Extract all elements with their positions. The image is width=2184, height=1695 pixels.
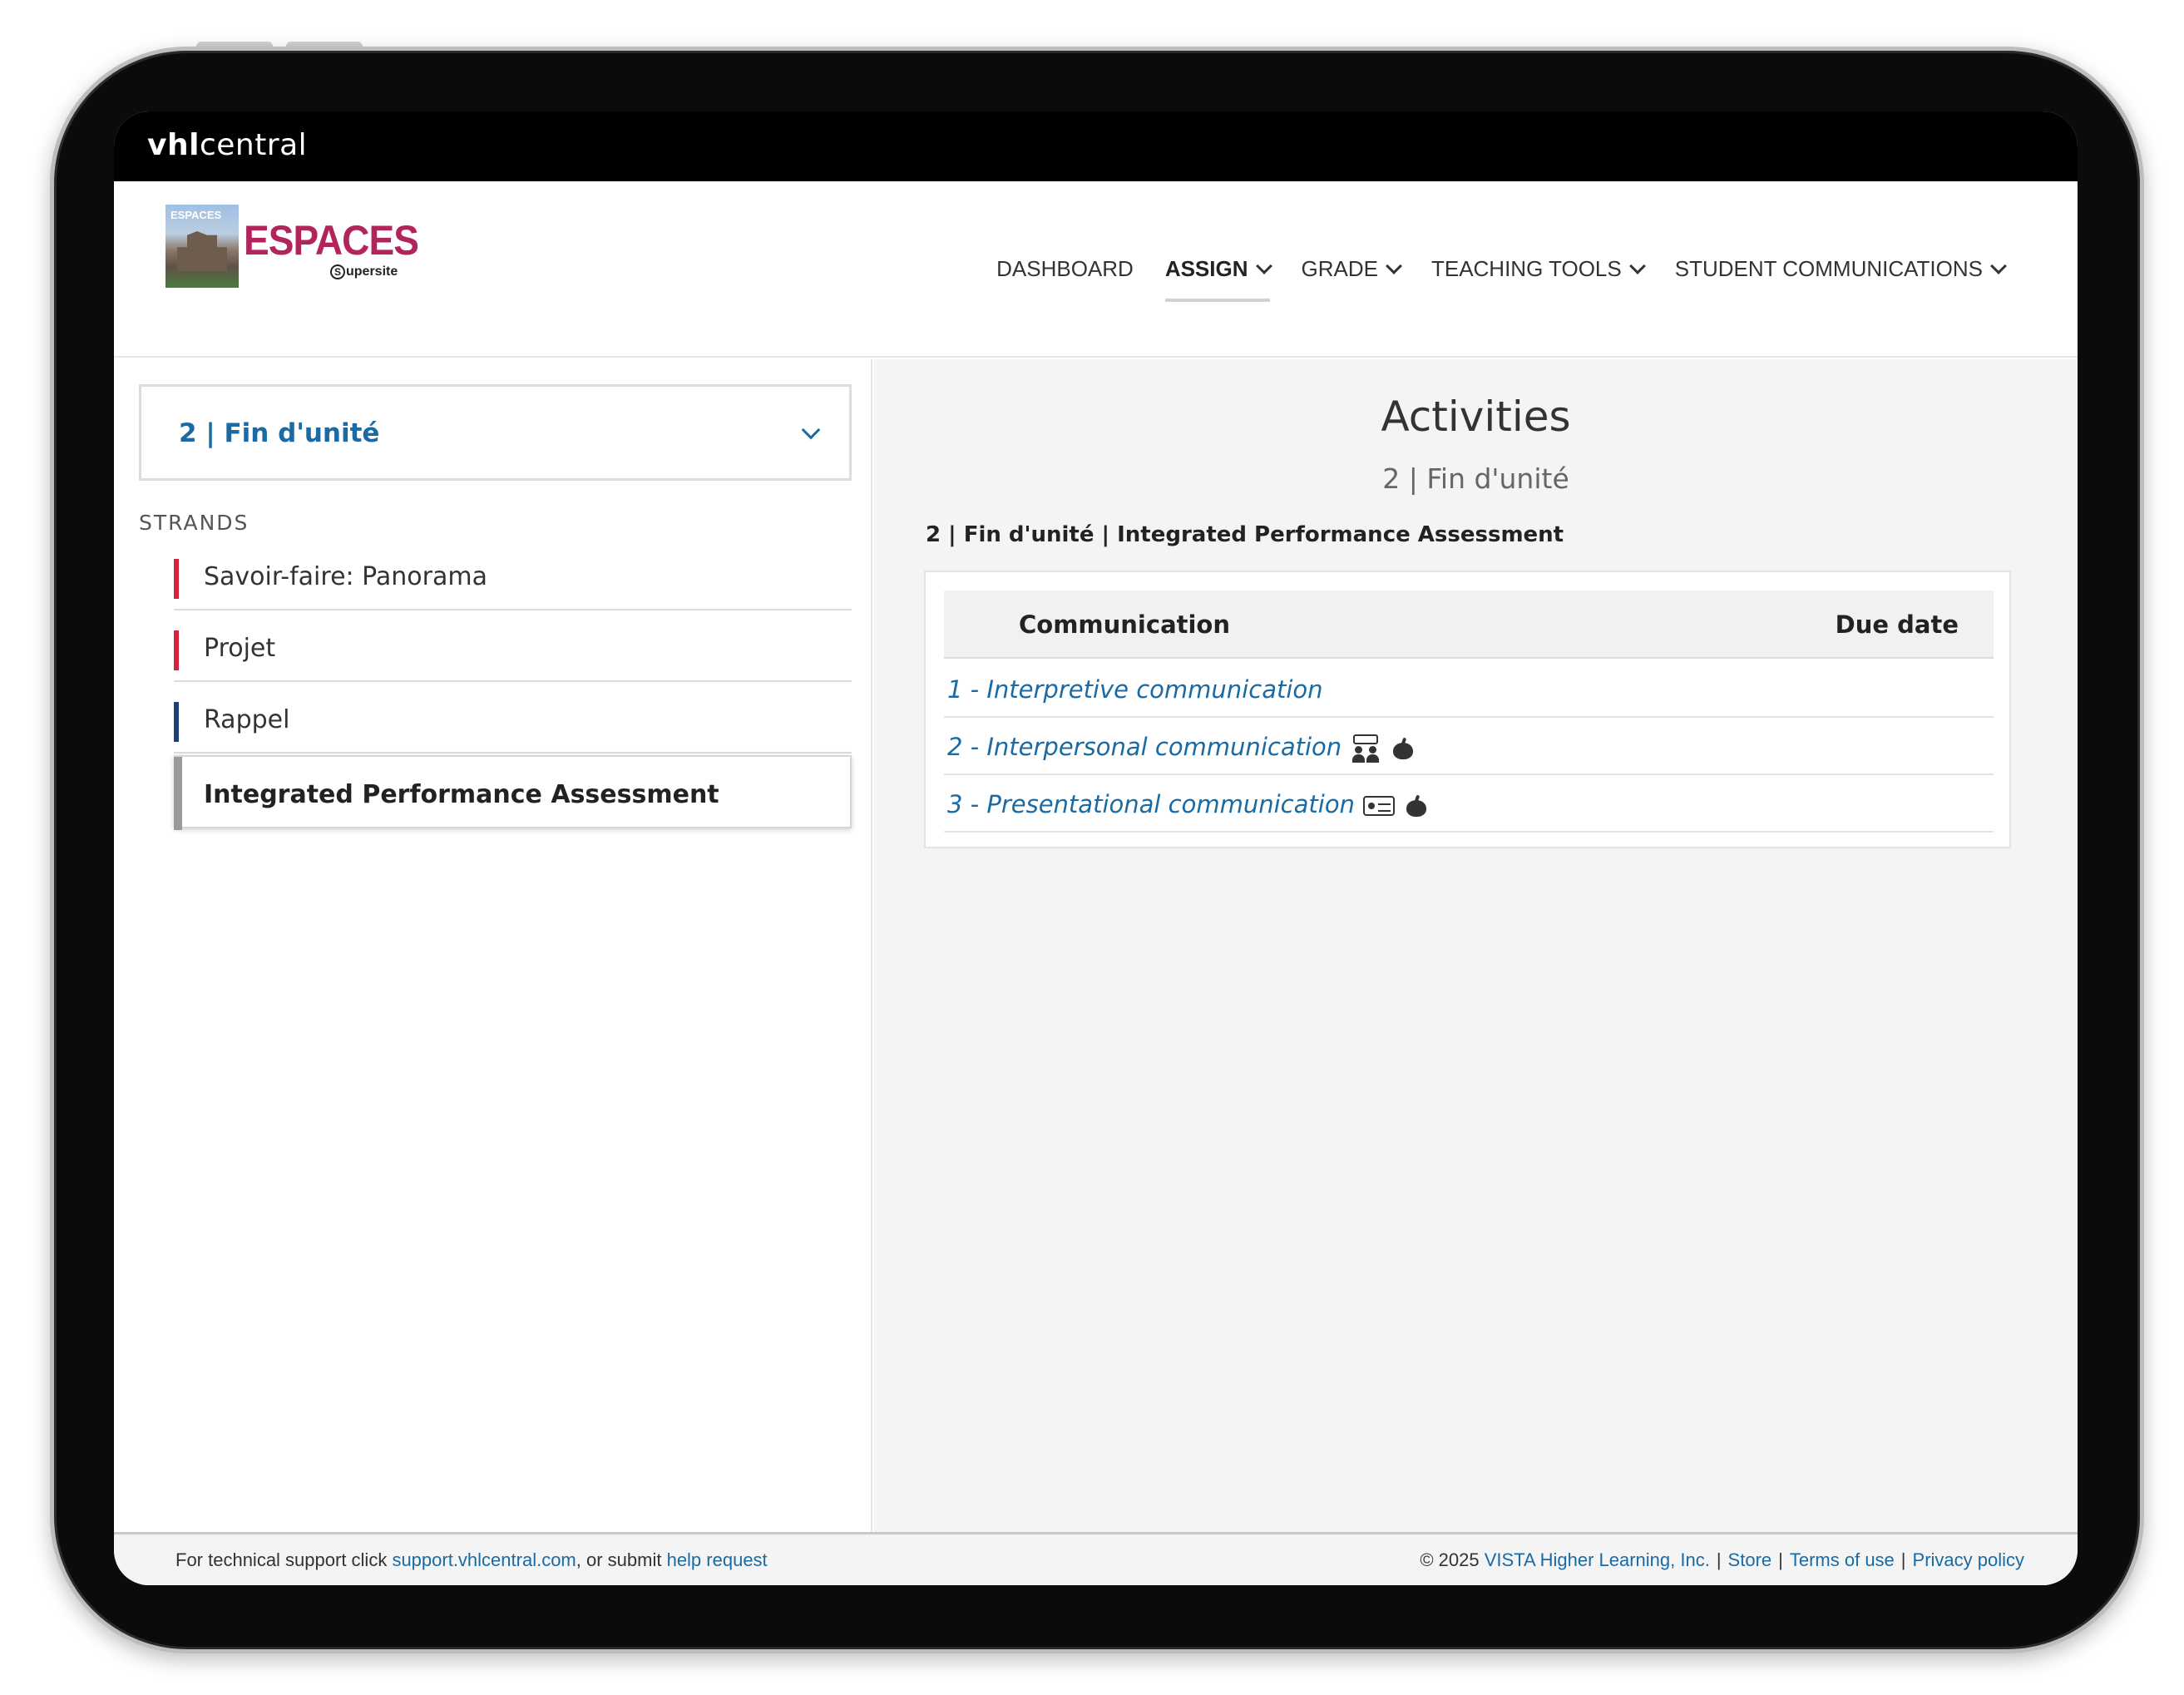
activity-link-presentational[interactable]: 3 - Presentational communication [947,790,1426,818]
activity-label: 3 - Presentational communication [947,790,1355,818]
breadcrumb: 2 | Fin d'unité | Integrated Performance… [926,522,1564,547]
chevron-down-icon [1255,257,1272,274]
supersite-mark: Supersite [330,264,398,279]
strand-label: Rappel [204,705,290,734]
nav-grade[interactable]: GRADE [1301,256,1402,282]
support-text: For technical support click support.vhlc… [175,1549,768,1571]
supersite-text: upersite [346,264,398,279]
separator: | [1716,1549,1722,1570]
screen: vhlcentral ESPACES ESPACES Supersite DAS… [114,111,2078,1585]
activity-link-interpretive[interactable]: 1 - Interpretive communication [947,675,1323,704]
table-header: Communication Due date [944,591,1994,659]
separator: | [1778,1549,1783,1570]
nav-assign-label: ASSIGN [1164,256,1248,281]
activity-label: 2 - Interpersonal communication [947,733,1342,761]
copyright-text: © 2025 [1420,1549,1485,1570]
footer: For technical support click support.vhlc… [114,1532,2078,1585]
brand-bold: vhl [147,128,200,162]
table-row: 1 - Interpretive communication [944,660,1994,718]
nav-dashboard[interactable]: DASHBOARD [996,256,1134,282]
activity-label: 1 - Interpretive communication [947,675,1323,704]
table-row: 3 - Presentational communication [944,775,1994,833]
header: ESPACES ESPACES Supersite DASHBOARD ASSI… [114,181,2078,358]
activities-table: Communication Due date 1 - Interpretive … [924,571,2011,848]
apple-icon [1406,795,1426,817]
terms-link[interactable]: Terms of use [1790,1549,1895,1570]
strand-color-bar [174,702,179,742]
table-body: 1 - Interpretive communication 2 - Inter… [944,660,1994,833]
supersite-s-icon: S [330,264,345,279]
strand-item-integrated-performance-assessment[interactable]: Integrated Performance Assessment [174,755,852,830]
strand-item-rappel[interactable]: Rappel [174,682,852,754]
separator: | [1900,1549,1906,1570]
nav-assign[interactable]: ASSIGN [1164,256,1272,302]
main-nav: DASHBOARD ASSIGN GRADE TEACHING TOOLS ST… [996,256,2007,302]
privacy-link[interactable]: Privacy policy [1913,1549,2024,1570]
chevron-down-icon [1990,257,2007,274]
support-prefix: For technical support click [175,1549,393,1570]
activity-link-interpersonal[interactable]: 2 - Interpersonal communication [947,733,1414,763]
unit-dropdown-value: 2 | Fin d'unité [179,418,380,448]
support-middle: , or submit [576,1549,667,1570]
strand-label: Projet [204,634,276,663]
book-cover-image: ESPACES [166,205,239,288]
column-header-due-date[interactable]: Due date [1836,610,1959,639]
logo-title: ESPACES [244,217,419,264]
strand-color-bar [174,630,179,670]
nav-teaching-tools[interactable]: TEACHING TOOLS [1430,256,1646,282]
nav-student-communications[interactable]: STUDENT COMMUNICATIONS [1674,256,2007,282]
people-chat-icon [1350,734,1381,763]
chevron-down-icon [801,420,821,440]
strand-item-projet[interactable]: Projet [174,610,852,682]
nav-student-communications-label: STUDENT COMMUNICATIONS [1674,256,1983,281]
topbar: vhlcentral [114,111,2078,181]
activity-icons [1362,795,1426,817]
sidebar: 2 | Fin d'unité STRANDS Savoir-faire: Pa… [114,359,872,1532]
strands-heading: STRANDS [139,511,250,535]
strand-list: Savoir-faire: Panorama Projet Rappel Int… [174,539,852,830]
nav-dashboard-label: DASHBOARD [996,256,1134,281]
strand-label: Savoir-faire: Panorama [204,562,487,591]
nav-teaching-tools-label: TEACHING TOOLS [1430,256,1622,281]
unit-dropdown[interactable]: 2 | Fin d'unité [139,384,852,481]
nav-grade-label: GRADE [1301,256,1378,281]
store-link[interactable]: Store [1728,1549,1772,1570]
activities-panel: Activities 2 | Fin d'unité 2 | Fin d'uni… [874,359,2078,1532]
vhlcentral-brand[interactable]: vhlcentral [147,128,307,162]
help-request-link[interactable]: help request [667,1549,768,1570]
building-illustration [177,231,227,271]
strand-color-bar [174,757,182,830]
table-row: 2 - Interpersonal communication [944,718,1994,775]
page-subtitle: 2 | Fin d'unité [1382,462,1569,495]
strand-label: Integrated Performance Assessment [204,780,719,809]
chevron-down-icon [1386,257,1402,274]
apple-icon [1393,738,1414,759]
chevron-down-icon [1628,257,1646,274]
strand-item-savoir-faire[interactable]: Savoir-faire: Panorama [174,539,852,610]
activity-icons [1350,734,1414,763]
legal-links: © 2025 VISTA Higher Learning, Inc. | Store… [1420,1549,2024,1571]
espaces-logo[interactable]: ESPACES ESPACES Supersite [166,205,419,289]
company-link[interactable]: VISTA Higher Learning, Inc. [1485,1549,1710,1570]
column-header-communication: Communication [1019,610,1231,639]
support-link[interactable]: support.vhlcentral.com [392,1549,576,1570]
page-title: Activities [1381,393,1571,441]
cover-label: ESPACES [170,209,222,221]
brand-rest: central [199,128,308,162]
presentation-icon [1362,796,1395,816]
strand-color-bar [174,559,179,599]
